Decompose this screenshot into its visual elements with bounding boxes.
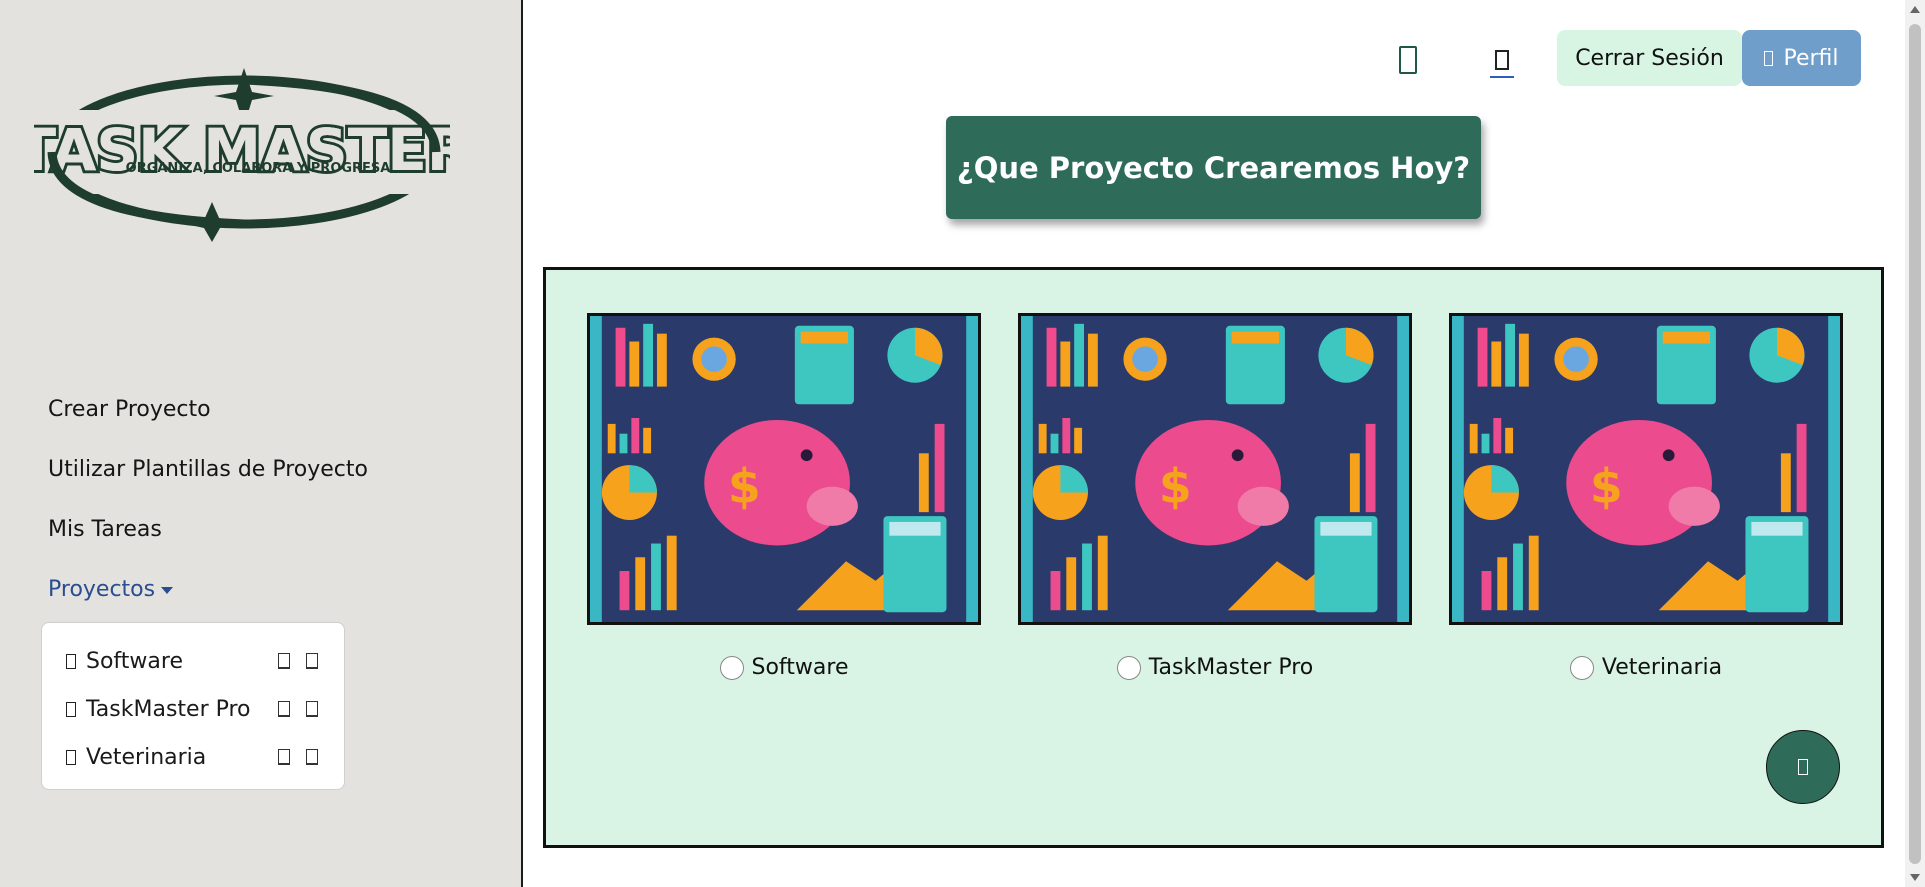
dropdown-project-name: TaskMaster Pro (86, 696, 251, 722)
svg-text:$: $ (1159, 459, 1192, 514)
nav-crear-proyecto[interactable]: Crear Proyecto (48, 385, 368, 445)
project-icon (66, 749, 76, 765)
projects-panel: $ Software $ TaskMaster Pro $ Veterinari… (543, 267, 1884, 848)
scroll-down-icon[interactable] (1910, 874, 1920, 881)
svg-text:$: $ (1590, 459, 1623, 514)
project-option[interactable]: Veterinaria (1449, 655, 1843, 680)
sidebar: TASK MASTER TASK MASTER ORGANIZA, COLABO… (0, 0, 523, 887)
project-thumbnail[interactable]: $ (1449, 313, 1843, 625)
project-icon (66, 701, 76, 717)
messages-glyph (1495, 50, 1509, 70)
edit-project-icon[interactable] (278, 653, 290, 669)
project-thumbnail[interactable]: $ (587, 313, 981, 625)
project-icon (66, 653, 76, 669)
project-option[interactable]: TaskMaster Pro (1018, 655, 1412, 680)
dropdown-project-name: Veterinaria (86, 744, 207, 770)
logout-button[interactable]: Cerrar Sesión (1557, 30, 1742, 86)
add-project-fab[interactable] (1766, 730, 1840, 804)
nav-plantillas[interactable]: Utilizar Plantillas de Proyecto (48, 445, 368, 505)
project-radio[interactable] (1116, 655, 1141, 680)
sidebar-nav: Crear Proyecto Utilizar Plantillas de Pr… (48, 385, 368, 625)
profile-button[interactable]: Perfil (1742, 30, 1861, 86)
profile-label: Perfil (1783, 45, 1839, 71)
add-icon (1798, 759, 1808, 775)
user-icon (1764, 50, 1774, 66)
svg-text:$: $ (728, 459, 761, 514)
project-card[interactable]: $ Software (587, 313, 981, 680)
project-name: Software (751, 655, 849, 680)
delete-project-icon[interactable] (306, 749, 318, 765)
dropdown-project-item[interactable]: Veterinaria (42, 733, 344, 781)
project-thumbnail[interactable]: $ (1018, 313, 1412, 625)
messages-icon[interactable] (1482, 40, 1522, 80)
delete-project-icon[interactable] (306, 701, 318, 717)
nav-proyectos-label: Proyectos (48, 577, 156, 602)
project-option[interactable]: Software (587, 655, 981, 680)
task-master-logo[interactable]: TASK MASTER TASK MASTER ORGANIZA, COLABO… (34, 66, 450, 242)
page-title: ¿Que Proyecto Crearemos Hoy? (946, 116, 1481, 219)
dropdown-project-item[interactable]: Software (42, 637, 344, 685)
dropdown-project-item[interactable]: TaskMaster Pro (42, 685, 344, 733)
edit-project-icon[interactable] (278, 749, 290, 765)
notifications-glyph (1399, 46, 1417, 74)
scroll-up-icon[interactable] (1910, 6, 1920, 13)
svg-text:ORGANIZA, COLABORA Y PROGRESA: ORGANIZA, COLABORA Y PROGRESA (126, 161, 391, 176)
project-radio[interactable] (1569, 655, 1594, 680)
scroll-thumb[interactable] (1909, 24, 1921, 864)
projects-dropdown-menu: Software TaskMaster Pro Veterinaria (41, 622, 345, 790)
nav-proyectos-dropdown[interactable]: Proyectos (48, 565, 368, 625)
project-card[interactable]: $ TaskMaster Pro (1018, 313, 1412, 680)
project-card[interactable]: $ Veterinaria (1449, 313, 1843, 680)
link-underline (1490, 76, 1514, 78)
project-name: TaskMaster Pro (1148, 655, 1314, 680)
caret-down-icon (161, 586, 174, 594)
delete-project-icon[interactable] (306, 653, 318, 669)
project-name: Veterinaria (1601, 655, 1723, 680)
project-radio[interactable] (719, 655, 744, 680)
dropdown-project-name: Software (86, 648, 183, 674)
vertical-scrollbar[interactable] (1905, 0, 1925, 887)
edit-project-icon[interactable] (278, 701, 290, 717)
nav-mis-tareas[interactable]: Mis Tareas (48, 505, 368, 565)
notifications-icon[interactable] (1388, 40, 1428, 80)
